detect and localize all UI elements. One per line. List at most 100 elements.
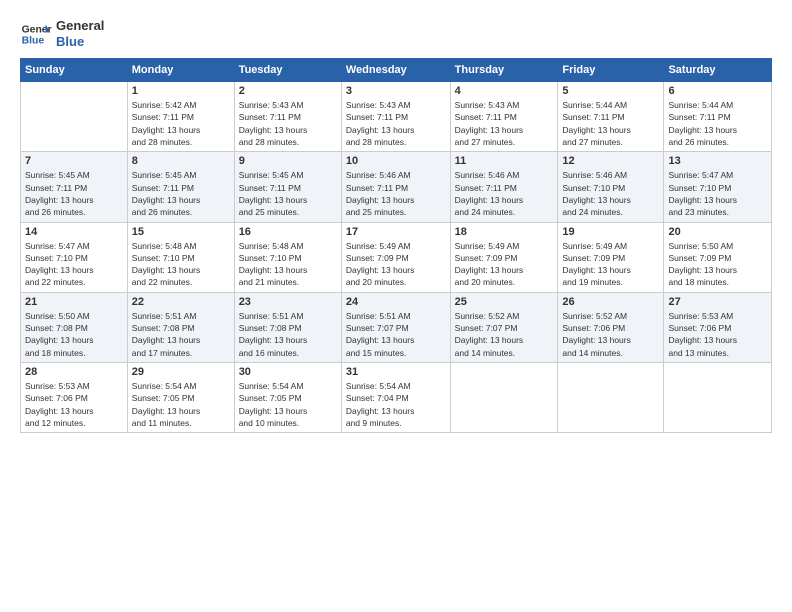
logo: General Blue General Blue: [20, 18, 104, 50]
day-info: Sunrise: 5:54 AM Sunset: 7:04 PM Dayligh…: [346, 380, 446, 429]
day-info: Sunrise: 5:52 AM Sunset: 7:07 PM Dayligh…: [455, 310, 554, 359]
day-info: Sunrise: 5:54 AM Sunset: 7:05 PM Dayligh…: [132, 380, 230, 429]
weekday-header: Saturday: [664, 59, 772, 82]
day-number: 12: [562, 155, 659, 167]
calendar-cell: 16 Sunrise: 5:48 AM Sunset: 7:10 PM Dayli…: [234, 222, 341, 292]
day-number: 1: [132, 85, 230, 97]
calendar-week-row: 7 Sunrise: 5:45 AM Sunset: 7:11 PM Daylig…: [21, 152, 772, 222]
logo-text: General: [56, 18, 104, 34]
calendar-cell: 18 Sunrise: 5:49 AM Sunset: 7:09 PM Dayli…: [450, 222, 558, 292]
calendar-cell: 13 Sunrise: 5:47 AM Sunset: 7:10 PM Dayli…: [664, 152, 772, 222]
calendar-cell: 1Sunrise: 5:42 AM Sunset: 7:11 PM Daylig…: [127, 82, 234, 152]
day-number: 23: [239, 296, 337, 308]
day-info: Sunrise: 5:46 AM Sunset: 7:11 PM Dayligh…: [346, 169, 446, 218]
page: General Blue General Blue SundayMondayTu…: [0, 0, 792, 612]
day-number: 27: [668, 296, 767, 308]
calendar-week-row: 28 Sunrise: 5:53 AM Sunset: 7:06 PM Dayli…: [21, 363, 772, 433]
day-info: Sunrise: 5:43 AM Sunset: 7:11 PM Dayligh…: [455, 99, 554, 148]
day-info: Sunrise: 5:43 AM Sunset: 7:11 PM Dayligh…: [239, 99, 337, 148]
weekday-header: Tuesday: [234, 59, 341, 82]
day-number: 10: [346, 155, 446, 167]
weekday-header: Thursday: [450, 59, 558, 82]
weekday-header: Sunday: [21, 59, 128, 82]
calendar-cell: 31 Sunrise: 5:54 AM Sunset: 7:04 PM Dayli…: [341, 363, 450, 433]
calendar-cell: 23 Sunrise: 5:51 AM Sunset: 7:08 PM Dayli…: [234, 292, 341, 362]
calendar-cell: 7 Sunrise: 5:45 AM Sunset: 7:11 PM Daylig…: [21, 152, 128, 222]
day-number: 6: [668, 85, 767, 97]
day-info: Sunrise: 5:50 AM Sunset: 7:09 PM Dayligh…: [668, 240, 767, 289]
day-number: 22: [132, 296, 230, 308]
svg-text:Blue: Blue: [22, 36, 45, 47]
calendar-cell: 9 Sunrise: 5:45 AM Sunset: 7:11 PM Daylig…: [234, 152, 341, 222]
day-info: Sunrise: 5:45 AM Sunset: 7:11 PM Dayligh…: [132, 169, 230, 218]
day-info: Sunrise: 5:51 AM Sunset: 7:07 PM Dayligh…: [346, 310, 446, 359]
day-number: 13: [668, 155, 767, 167]
day-info: Sunrise: 5:52 AM Sunset: 7:06 PM Dayligh…: [562, 310, 659, 359]
calendar-cell: [664, 363, 772, 433]
day-number: 3: [346, 85, 446, 97]
day-info: Sunrise: 5:48 AM Sunset: 7:10 PM Dayligh…: [132, 240, 230, 289]
day-info: Sunrise: 5:49 AM Sunset: 7:09 PM Dayligh…: [455, 240, 554, 289]
day-info: Sunrise: 5:45 AM Sunset: 7:11 PM Dayligh…: [25, 169, 123, 218]
calendar-cell: 14Sunrise: 5:47 AM Sunset: 7:10 PM Dayli…: [21, 222, 128, 292]
day-number: 21: [25, 296, 123, 308]
logo-subtext: Blue: [56, 34, 104, 50]
calendar: SundayMondayTuesdayWednesdayThursdayFrid…: [20, 58, 772, 433]
day-number: 4: [455, 85, 554, 97]
day-info: Sunrise: 5:51 AM Sunset: 7:08 PM Dayligh…: [239, 310, 337, 359]
day-info: Sunrise: 5:48 AM Sunset: 7:10 PM Dayligh…: [239, 240, 337, 289]
day-info: Sunrise: 5:44 AM Sunset: 7:11 PM Dayligh…: [668, 99, 767, 148]
day-info: Sunrise: 5:46 AM Sunset: 7:11 PM Dayligh…: [455, 169, 554, 218]
day-number: 7: [25, 155, 123, 167]
calendar-cell: 27Sunrise: 5:53 AM Sunset: 7:06 PM Dayli…: [664, 292, 772, 362]
calendar-cell: 2Sunrise: 5:43 AM Sunset: 7:11 PM Daylig…: [234, 82, 341, 152]
day-info: Sunrise: 5:49 AM Sunset: 7:09 PM Dayligh…: [562, 240, 659, 289]
calendar-cell: 11 Sunrise: 5:46 AM Sunset: 7:11 PM Dayli…: [450, 152, 558, 222]
header: General Blue General Blue: [20, 18, 772, 50]
calendar-header-row: SundayMondayTuesdayWednesdayThursdayFrid…: [21, 59, 772, 82]
day-number: 8: [132, 155, 230, 167]
day-number: 31: [346, 366, 446, 378]
day-info: Sunrise: 5:45 AM Sunset: 7:11 PM Dayligh…: [239, 169, 337, 218]
calendar-cell: 25Sunrise: 5:52 AM Sunset: 7:07 PM Dayli…: [450, 292, 558, 362]
weekday-header: Friday: [558, 59, 664, 82]
day-info: Sunrise: 5:44 AM Sunset: 7:11 PM Dayligh…: [562, 99, 659, 148]
calendar-cell: 12 Sunrise: 5:46 AM Sunset: 7:10 PM Dayli…: [558, 152, 664, 222]
calendar-cell: 19 Sunrise: 5:49 AM Sunset: 7:09 PM Dayli…: [558, 222, 664, 292]
calendar-cell: 15 Sunrise: 5:48 AM Sunset: 7:10 PM Dayli…: [127, 222, 234, 292]
calendar-cell: 28 Sunrise: 5:53 AM Sunset: 7:06 PM Dayli…: [21, 363, 128, 433]
calendar-week-row: 21Sunrise: 5:50 AM Sunset: 7:08 PM Dayli…: [21, 292, 772, 362]
day-info: Sunrise: 5:46 AM Sunset: 7:10 PM Dayligh…: [562, 169, 659, 218]
calendar-cell: 4 Sunrise: 5:43 AM Sunset: 7:11 PM Daylig…: [450, 82, 558, 152]
calendar-cell: 8 Sunrise: 5:45 AM Sunset: 7:11 PM Daylig…: [127, 152, 234, 222]
day-number: 11: [455, 155, 554, 167]
day-info: Sunrise: 5:43 AM Sunset: 7:11 PM Dayligh…: [346, 99, 446, 148]
day-number: 20: [668, 226, 767, 238]
weekday-header: Monday: [127, 59, 234, 82]
calendar-cell: 24 Sunrise: 5:51 AM Sunset: 7:07 PM Dayli…: [341, 292, 450, 362]
calendar-cell: 30Sunrise: 5:54 AM Sunset: 7:05 PM Dayli…: [234, 363, 341, 433]
day-number: 18: [455, 226, 554, 238]
day-number: 9: [239, 155, 337, 167]
day-info: Sunrise: 5:47 AM Sunset: 7:10 PM Dayligh…: [25, 240, 123, 289]
calendar-cell: [450, 363, 558, 433]
calendar-cell: 5Sunrise: 5:44 AM Sunset: 7:11 PM Daylig…: [558, 82, 664, 152]
calendar-cell: 29 Sunrise: 5:54 AM Sunset: 7:05 PM Dayli…: [127, 363, 234, 433]
day-number: 15: [132, 226, 230, 238]
day-number: 24: [346, 296, 446, 308]
calendar-cell: 17Sunrise: 5:49 AM Sunset: 7:09 PM Dayli…: [341, 222, 450, 292]
logo-icon: General Blue: [20, 18, 52, 50]
day-info: Sunrise: 5:51 AM Sunset: 7:08 PM Dayligh…: [132, 310, 230, 359]
day-info: Sunrise: 5:53 AM Sunset: 7:06 PM Dayligh…: [25, 380, 123, 429]
calendar-cell: 6 Sunrise: 5:44 AM Sunset: 7:11 PM Daylig…: [664, 82, 772, 152]
day-number: 16: [239, 226, 337, 238]
day-number: 19: [562, 226, 659, 238]
weekday-header: Wednesday: [341, 59, 450, 82]
calendar-cell: [558, 363, 664, 433]
calendar-cell: 10 Sunrise: 5:46 AM Sunset: 7:11 PM Dayli…: [341, 152, 450, 222]
calendar-cell: 26Sunrise: 5:52 AM Sunset: 7:06 PM Dayli…: [558, 292, 664, 362]
day-number: 29: [132, 366, 230, 378]
day-info: Sunrise: 5:47 AM Sunset: 7:10 PM Dayligh…: [668, 169, 767, 218]
day-info: Sunrise: 5:49 AM Sunset: 7:09 PM Dayligh…: [346, 240, 446, 289]
day-number: 28: [25, 366, 123, 378]
